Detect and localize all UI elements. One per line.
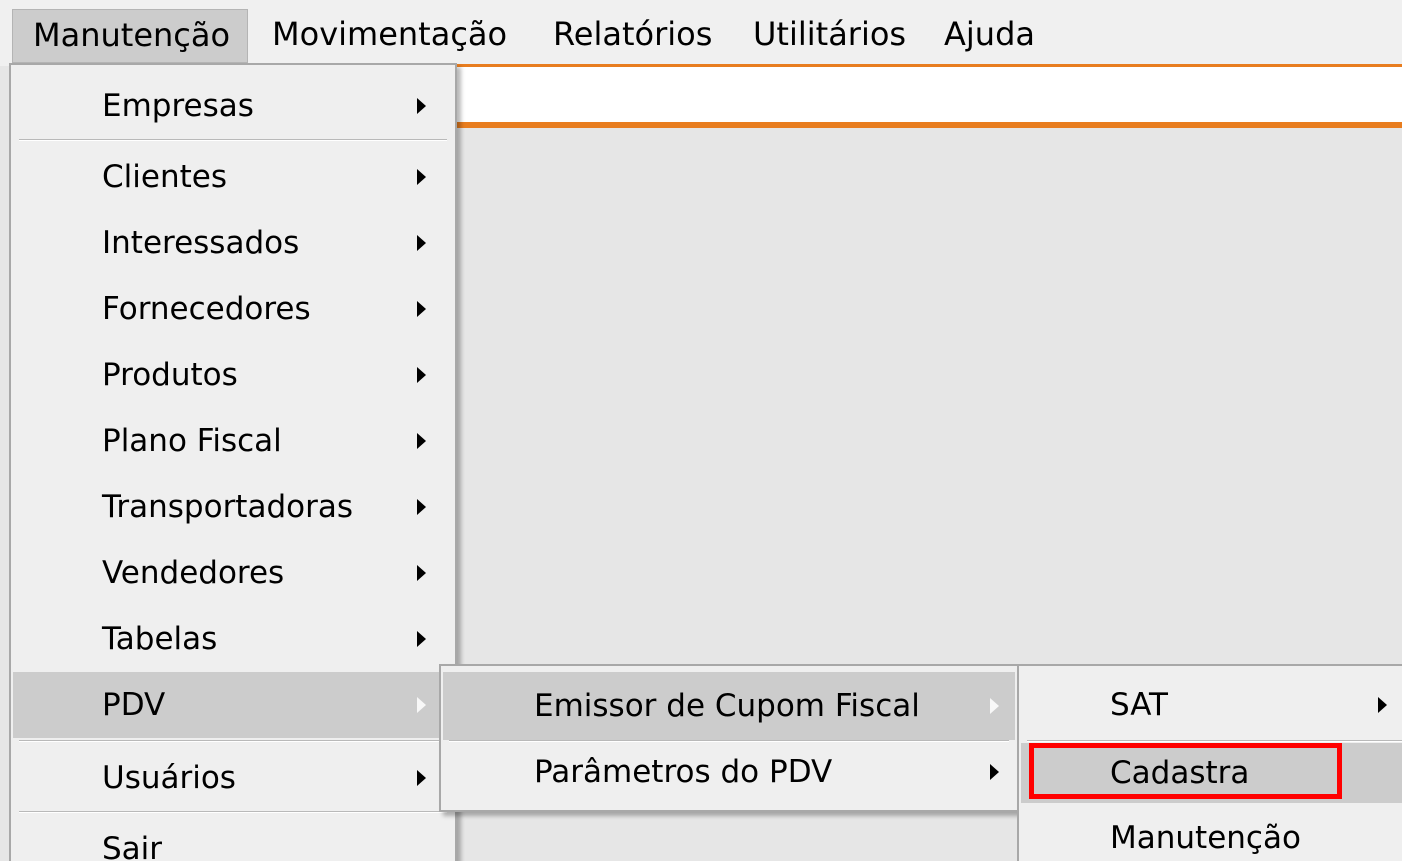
menu-item-label: Emissor de Cupom Fiscal (534, 688, 920, 724)
submenu-arrow-icon (417, 697, 426, 713)
manutencao-menu: Empresas Clientes Interessados Fornecedo… (9, 63, 457, 861)
menu-item-label: Produtos (102, 357, 238, 393)
menu-item-label: SAT (1110, 687, 1168, 723)
submenu-arrow-icon (417, 235, 426, 251)
menubar-movimentacao[interactable]: Movimentação (252, 9, 527, 63)
menu-item-label: Plano Fiscal (102, 423, 282, 459)
menu-item-label: Sair (102, 831, 163, 861)
menu-item-label: Clientes (102, 159, 227, 195)
submenu-arrow-icon (417, 433, 426, 449)
submenu-arrow-icon (417, 301, 426, 317)
menu-item-label: Vendedores (102, 555, 285, 591)
menu-item-tabelas[interactable]: Tabelas (13, 606, 453, 672)
menu-item-label: Transportadoras (102, 489, 353, 525)
menu-item-clientes[interactable]: Clientes (13, 144, 453, 210)
menu-item-sat[interactable]: SAT (1021, 672, 1402, 738)
menu-item-interessados[interactable]: Interessados (13, 210, 453, 276)
menu-item-label: Parâmetros do PDV (534, 754, 833, 790)
menu-item-label: Usuários (102, 760, 236, 796)
menu-separator (19, 740, 447, 742)
submenu-arrow-icon (417, 631, 426, 647)
menu-item-emissor-cupom-fiscal[interactable]: Emissor de Cupom Fiscal (443, 672, 1015, 740)
menu-item-parametros-pdv[interactable]: Parâmetros do PDV (443, 738, 1015, 806)
menu-item-cadastra[interactable]: Cadastra (1021, 743, 1402, 803)
menu-item-label: Empresas (102, 88, 254, 124)
submenu-arrow-icon (417, 98, 426, 114)
menu-item-fornecedores[interactable]: Fornecedores (13, 276, 453, 342)
menu-item-usuarios[interactable]: Usuários (13, 745, 453, 811)
menubar-manutencao[interactable]: Manutenção (12, 9, 248, 63)
menu-item-produtos[interactable]: Produtos (13, 342, 453, 408)
submenu-arrow-icon (990, 698, 999, 714)
menu-item-transportadoras[interactable]: Transportadoras (13, 474, 453, 540)
menu-item-label: Interessados (102, 225, 300, 261)
menu-separator (1027, 740, 1402, 742)
submenu-arrow-icon (417, 770, 426, 786)
submenu-arrow-icon (990, 764, 999, 780)
menu-item-label: Manutenção (1110, 820, 1301, 856)
menu-item-label: Fornecedores (102, 291, 311, 327)
toolbar-accent-line-bottom (456, 122, 1402, 128)
menu-bar: Manutenção Movimentação Relatórios Utili… (0, 0, 1402, 66)
application-window: Manutenção Movimentação Relatórios Utili… (0, 0, 1402, 861)
menu-item-sair[interactable]: Sair (13, 816, 453, 861)
submenu-arrow-icon (417, 565, 426, 581)
menu-item-label: PDV (102, 687, 166, 723)
submenu-arrow-icon (1378, 697, 1387, 713)
menubar-relatorios[interactable]: Relatórios (533, 9, 732, 63)
menu-item-plano-fiscal[interactable]: Plano Fiscal (13, 408, 453, 474)
menubar-ajuda[interactable]: Ajuda (924, 9, 1055, 63)
menu-item-pdv[interactable]: PDV (13, 672, 453, 738)
menu-item-empresas[interactable]: Empresas (13, 73, 453, 139)
submenu-arrow-icon (417, 367, 426, 383)
emissor-cupom-fiscal-submenu: SAT Cadastra Manutenção (1017, 664, 1402, 861)
submenu-arrow-icon (417, 169, 426, 185)
menu-item-vendedores[interactable]: Vendedores (13, 540, 453, 606)
menu-item-label: Tabelas (102, 621, 218, 657)
menu-item-manutencao[interactable]: Manutenção (1021, 805, 1402, 861)
menubar-utilitarios[interactable]: Utilitários (733, 9, 926, 63)
toolbar-area (456, 67, 1402, 122)
pdv-submenu: Emissor de Cupom Fiscal Parâmetros do PD… (439, 664, 1019, 812)
menu-item-label: Cadastra (1110, 755, 1250, 791)
menu-separator (19, 139, 447, 141)
submenu-arrow-icon (417, 499, 426, 515)
menu-separator (19, 811, 447, 813)
